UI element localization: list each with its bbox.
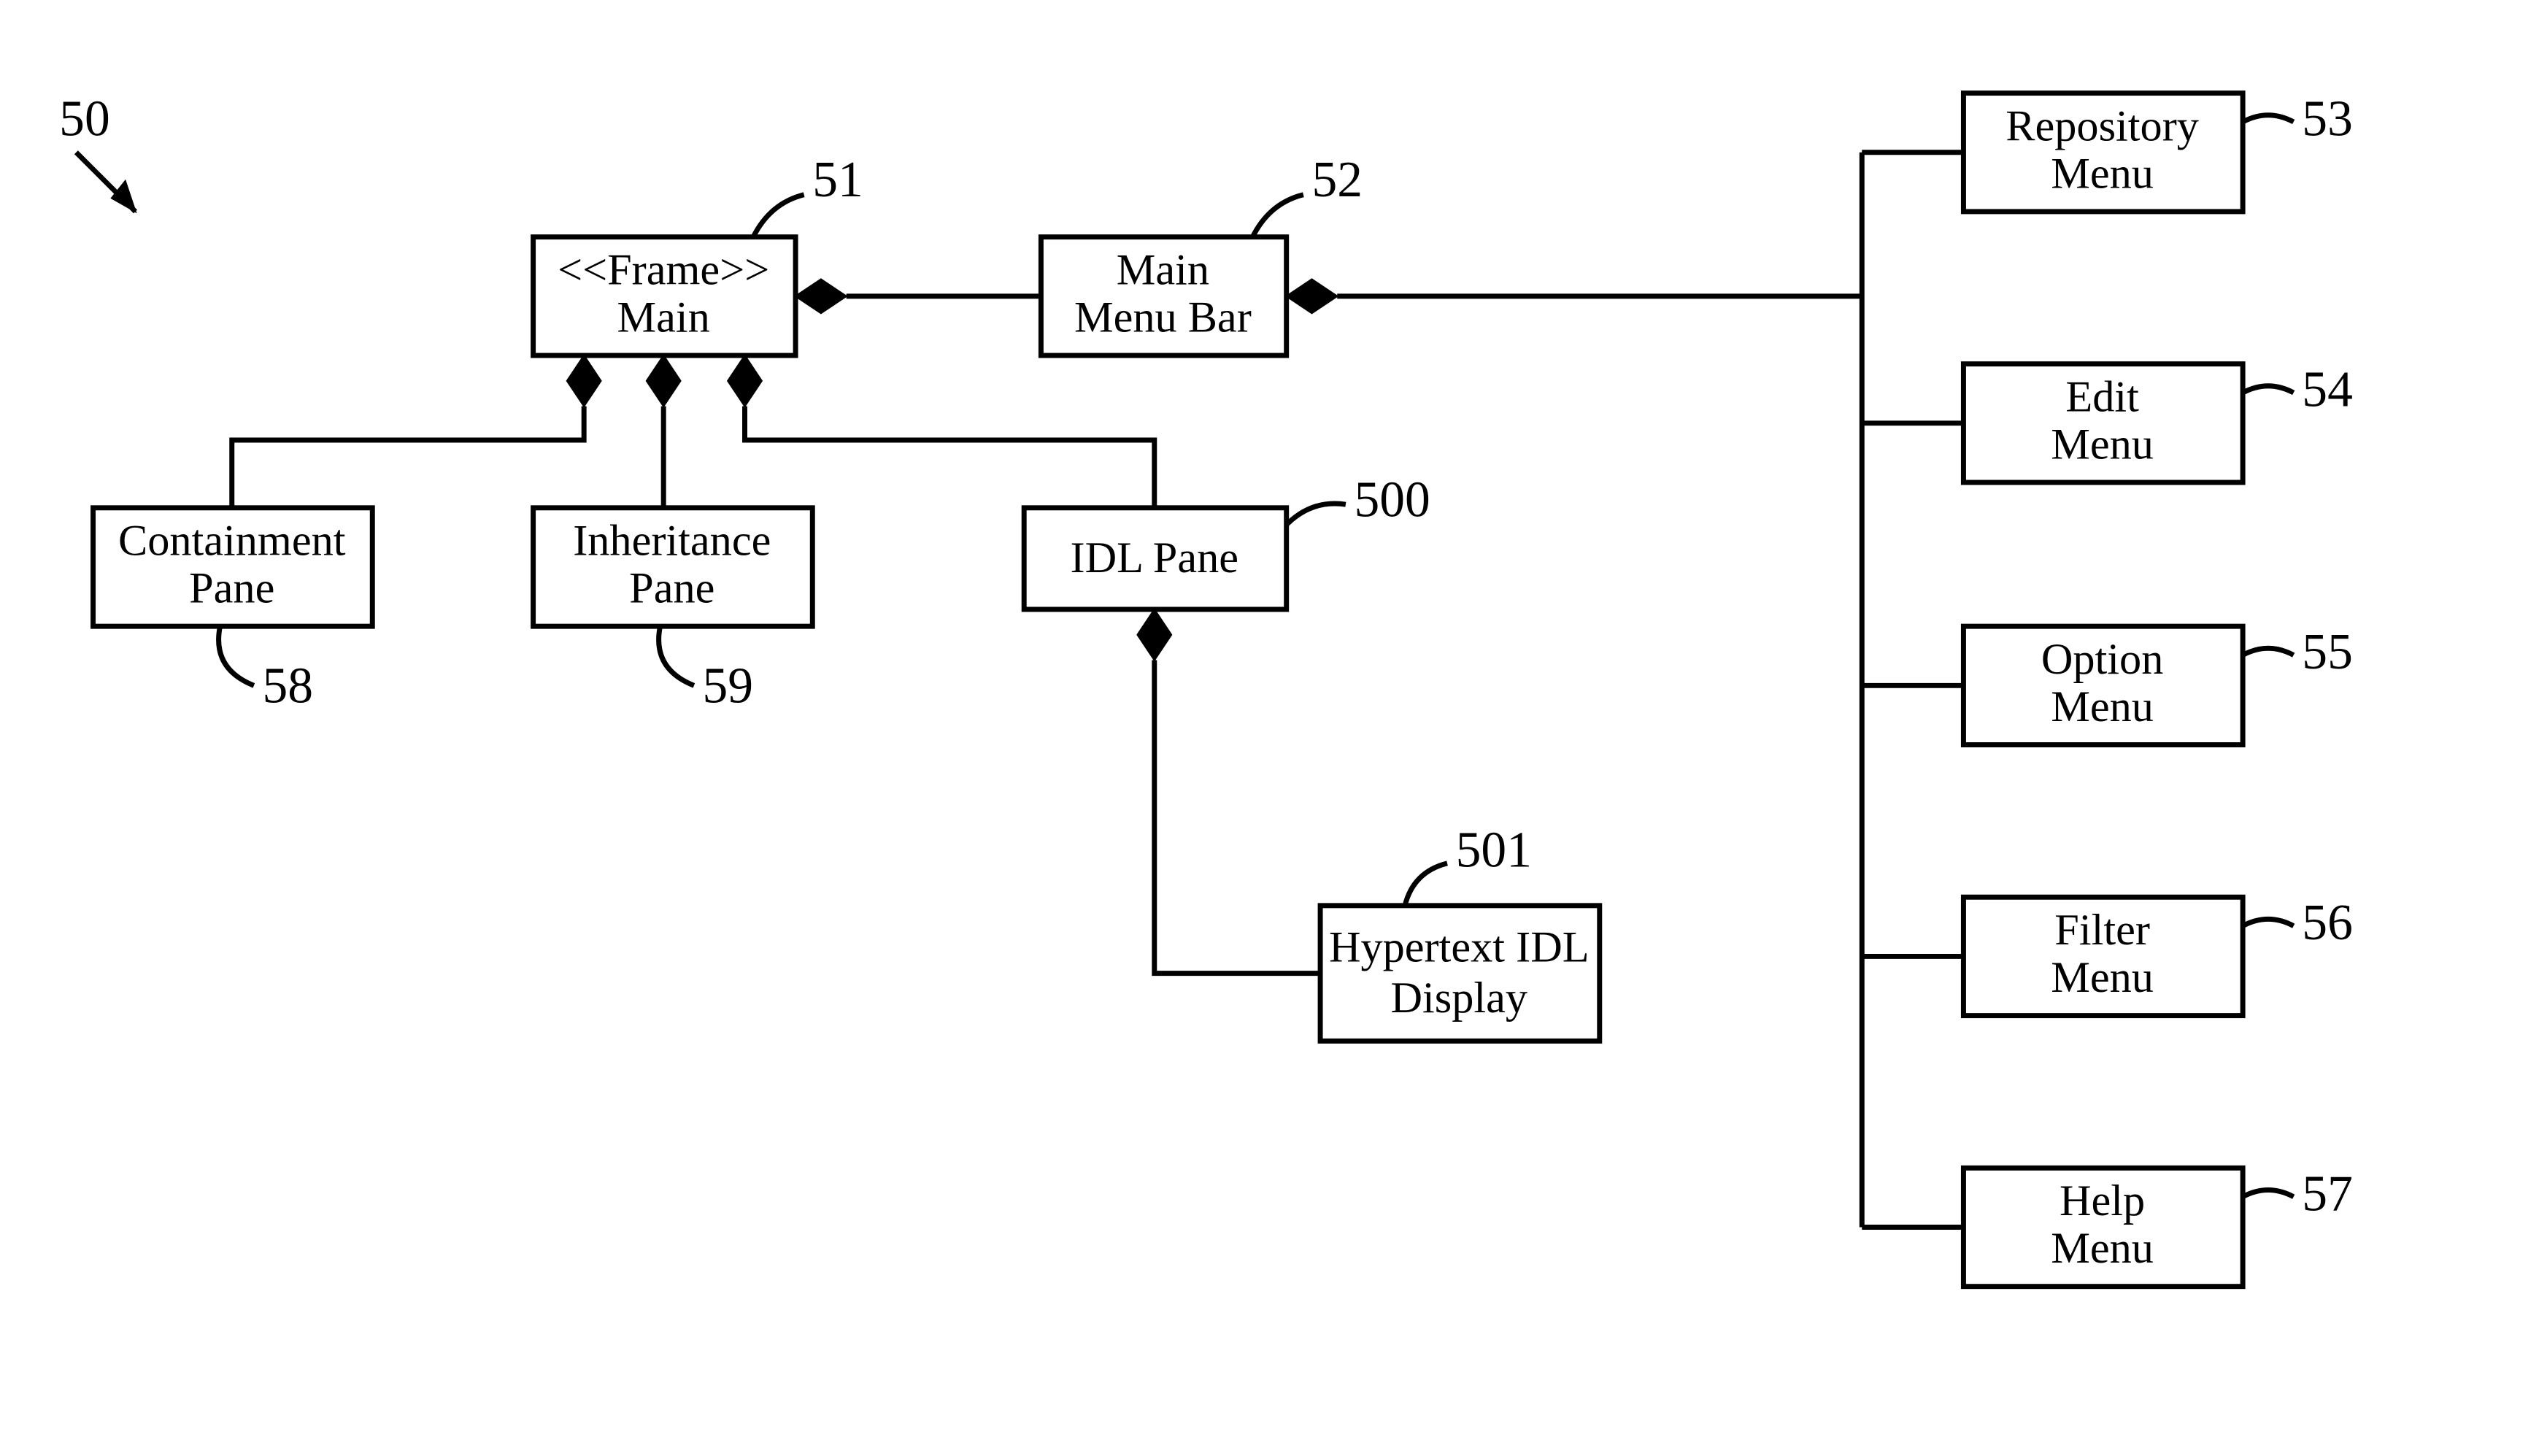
edge-main-panes xyxy=(232,355,1155,508)
svg-text:500: 500 xyxy=(1354,471,1430,528)
svg-text:57: 57 xyxy=(2302,1166,2353,1222)
svg-text:Menu: Menu xyxy=(2051,420,2154,469)
svg-text:Option: Option xyxy=(2041,635,2164,684)
svg-text:Main: Main xyxy=(1117,246,1209,295)
svg-text:Menu Bar: Menu Bar xyxy=(1074,293,1252,342)
svg-text:54: 54 xyxy=(2302,362,2353,418)
svg-text:Menu: Menu xyxy=(2051,149,2154,198)
figure-ref-text: 50 xyxy=(59,91,110,147)
edge-idl-hypertext xyxy=(1138,609,1320,974)
svg-text:Menu: Menu xyxy=(2051,682,2154,731)
svg-text:Main: Main xyxy=(617,293,710,342)
svg-text:<<Frame>>: <<Frame>> xyxy=(558,246,769,295)
svg-text:Display: Display xyxy=(1390,974,1527,1022)
svg-text:53: 53 xyxy=(2302,91,2353,147)
svg-text:Repository: Repository xyxy=(2006,101,2199,150)
node-main: <<Frame>> Main 51 xyxy=(533,152,863,355)
node-repository-menu: Repository Menu 53 xyxy=(1963,91,2352,212)
svg-text:Menu: Menu xyxy=(2051,1224,2154,1273)
node-hypertext-idl-display: Hypertext IDL Display 501 xyxy=(1320,822,1600,1041)
edge-main-menubar xyxy=(795,280,1041,313)
edge-menubar-menus xyxy=(1287,153,1964,1228)
node-inheritance-pane: Inheritance Pane 59 xyxy=(533,508,813,714)
svg-text:Inheritance: Inheritance xyxy=(573,517,771,566)
node-filter-menu: Filter Menu 56 xyxy=(1963,895,2352,1015)
svg-text:Pane: Pane xyxy=(629,564,714,613)
svg-text:55: 55 xyxy=(2302,624,2353,680)
svg-text:Hypertext IDL: Hypertext IDL xyxy=(1329,922,1590,971)
svg-text:501: 501 xyxy=(1456,822,1532,878)
svg-text:Containment: Containment xyxy=(118,517,346,566)
node-idl-pane: IDL Pane 500 xyxy=(1024,471,1430,609)
diagram-canvas: 50 <<Frame>> Main 51 Main Menu Bar 52 Re… xyxy=(0,0,2539,1456)
node-containment-pane: Containment Pane 58 xyxy=(93,508,373,714)
node-option-menu: Option Menu 55 xyxy=(1963,624,2352,744)
svg-text:IDL Pane: IDL Pane xyxy=(1071,534,1239,582)
svg-text:Edit: Edit xyxy=(2065,373,2139,422)
svg-text:Help: Help xyxy=(2060,1176,2145,1225)
svg-text:59: 59 xyxy=(703,658,754,714)
svg-text:Pane: Pane xyxy=(189,564,274,613)
node-menubar: Main Menu Bar 52 xyxy=(1041,152,1363,355)
svg-text:Menu: Menu xyxy=(2051,953,2154,1002)
svg-text:56: 56 xyxy=(2302,895,2353,951)
node-edit-menu: Edit Menu 54 xyxy=(1963,362,2352,482)
svg-text:52: 52 xyxy=(1311,152,1363,208)
svg-text:51: 51 xyxy=(812,152,863,208)
svg-text:Filter: Filter xyxy=(2054,906,2150,955)
node-help-menu: Help Menu 57 xyxy=(1963,1166,2352,1286)
svg-text:58: 58 xyxy=(262,658,313,714)
figure-ref: 50 xyxy=(59,91,135,212)
